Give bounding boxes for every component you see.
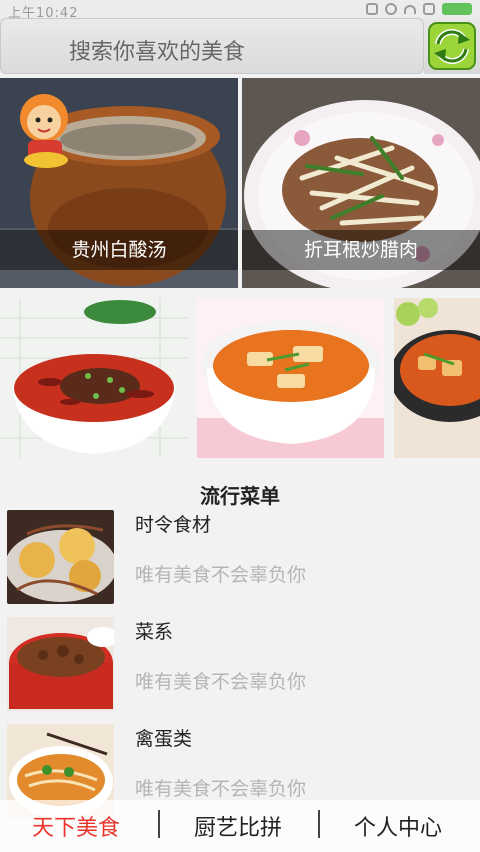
spicy-beef-photo: [0, 298, 188, 458]
tofu-soup-photo: [197, 298, 384, 458]
wifi-icon: [404, 4, 416, 14]
list-item-seasonal-ingredients[interactable]: 时令食材 唯有美食不会辜负你: [0, 510, 480, 610]
list-item-subtitle: 唯有美食不会辜负你: [135, 778, 307, 800]
list-item-title: 菜系: [135, 621, 174, 643]
banner-label: 折耳根炒腊肉: [242, 230, 480, 270]
dish-thumbnail-spicy-beef[interactable]: [0, 298, 188, 458]
list-item-cuisines[interactable]: 菜系 唯有美食不会辜负你: [0, 617, 480, 717]
notification-icon: [366, 3, 378, 15]
list-item-title: 禽蛋类: [135, 728, 193, 750]
status-bar: 上午10:42: [0, 0, 480, 21]
alarm-icon: [385, 3, 397, 15]
list-item-subtitle: 唯有美食不会辜负你: [135, 671, 307, 693]
seasonal-ingredients-photo: [7, 510, 114, 604]
list-thumbnail: [7, 510, 114, 604]
list-thumbnail: [7, 617, 114, 711]
dish-thumbnail-tofu-soup[interactable]: [197, 298, 384, 458]
nav-tab-profile[interactable]: 个人中心: [354, 810, 442, 842]
nav-tab-cooking-contest[interactable]: 厨艺比拼: [194, 810, 282, 842]
banner-label: 贵州白酸汤: [0, 230, 238, 270]
list-item-title: 时令食材: [135, 514, 212, 536]
banner-item-bacon-stirfry[interactable]: 折耳根炒腊肉: [242, 78, 480, 288]
refresh-button[interactable]: [424, 18, 480, 74]
refresh-icon: [428, 22, 476, 70]
battery-icon: [442, 3, 472, 15]
app-screen: 上午10:42 搜索你喜欢的美食 贵州白酸汤 折耳根炒腊肉 流行菜单 时令食材 …: [0, 0, 480, 852]
nav-divider: [318, 810, 320, 838]
search-placeholder: 搜索你喜欢的美食: [69, 40, 246, 65]
list-item-subtitle: 唯有美食不会辜负你: [135, 564, 307, 586]
section-title: 流行菜单: [200, 484, 280, 508]
cuisines-photo: [7, 617, 114, 711]
status-icons: [366, 3, 472, 15]
nav-tab-world-food[interactable]: 天下美食: [32, 810, 120, 842]
dish-thumbnail-stew[interactable]: [394, 298, 480, 458]
banner-item-sour-soup[interactable]: 贵州白酸汤: [0, 78, 238, 288]
nav-divider: [158, 810, 160, 838]
stew-photo: [394, 298, 480, 458]
bottom-nav: 天下美食 厨艺比拼 个人中心: [0, 800, 480, 852]
signal-icon: [423, 3, 435, 15]
search-input[interactable]: 搜索你喜欢的美食: [0, 18, 424, 74]
